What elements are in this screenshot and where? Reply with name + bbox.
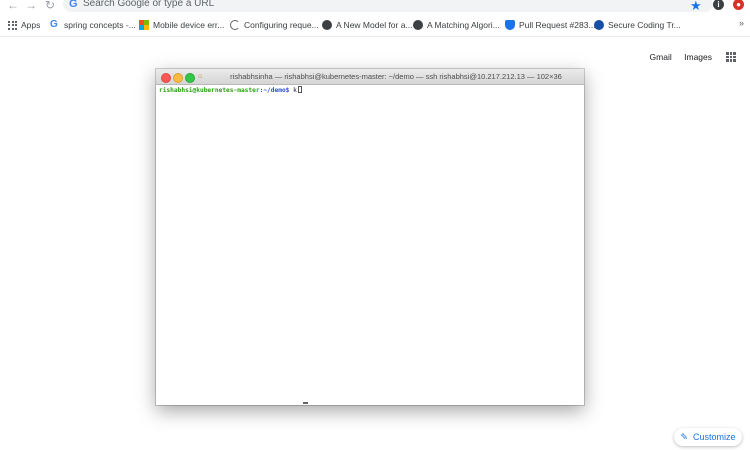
images-link[interactable]: Images (684, 52, 712, 62)
back-arrow-icon[interactable]: ← (6, 0, 20, 13)
bookmarks-bar: Apps G spring concepts -... Mobile devic… (0, 14, 750, 37)
bookmark-apps[interactable]: Apps (8, 18, 40, 32)
bookmark-star-icon[interactable]: ★ (690, 0, 702, 14)
reload-icon[interactable]: ↻ (43, 0, 57, 13)
google-apps-icon[interactable] (726, 52, 736, 62)
bookmark-circle-icon (594, 20, 604, 30)
bookmark-matching-algorithm[interactable]: A Matching Algori... (413, 18, 500, 32)
gmail-link[interactable]: Gmail (650, 52, 672, 62)
loading-icon (230, 20, 240, 30)
google-g-icon: G (50, 19, 58, 30)
resize-handle[interactable] (303, 402, 308, 404)
terminal-output[interactable]: rishabhsi@kubernetes-master:~/demo$ k (159, 86, 581, 402)
extension-red-icon[interactable]: ● (733, 0, 744, 10)
bookmark-mobile-device[interactable]: Mobile device err... (139, 18, 224, 32)
bookmark-label: Secure Coding Tr... (608, 20, 681, 30)
bookmark-label: Pull Request #283... (519, 20, 596, 30)
close-button-icon[interactable] (161, 72, 171, 83)
prompt-user: rishabhsi@kubernetes-master (159, 87, 260, 94)
terminal-titlebar[interactable]: ⌂ rishabhsinha — rishabhsi@kubernetes-ma… (156, 69, 584, 85)
text-cursor (297, 86, 302, 93)
omnibox-input[interactable] (83, 0, 643, 9)
bookmark-label: Mobile device err... (153, 20, 225, 30)
home-folder-icon: ⌂ (198, 73, 203, 80)
extension-info-icon[interactable]: i (713, 0, 724, 10)
browser-toolbar: ← → ↻ G ★ i ● (0, 0, 750, 14)
bookmark-pull-request[interactable]: Pull Request #283... (505, 18, 596, 32)
bookmark-secure-coding[interactable]: Secure Coding Tr... (594, 18, 681, 32)
terminal-title: rishabhsinha — rishabhsi@kubernetes-mast… (230, 72, 562, 81)
globe-icon (322, 20, 332, 30)
google-header-links: Gmail Images (640, 52, 712, 62)
shield-icon (505, 20, 515, 30)
bookmark-configuring-request[interactable]: Configuring reque... (230, 18, 319, 32)
pencil-icon: ✎ (680, 431, 689, 442)
zoom-button-icon[interactable] (185, 72, 195, 83)
more-bookmarks-icon[interactable]: » (739, 18, 744, 28)
bookmark-spring-concepts[interactable]: G spring concepts -... (50, 18, 136, 32)
microsoft-logo-icon (139, 20, 149, 30)
apps-grid-icon (8, 20, 17, 30)
forward-arrow-icon[interactable]: → (24, 0, 38, 13)
bookmark-new-model[interactable]: A New Model for a... (322, 18, 413, 32)
customize-button[interactable]: ✎ Customize (674, 428, 742, 446)
terminal-window[interactable]: ⌂ rishabhsinha — rishabhsi@kubernetes-ma… (156, 69, 584, 405)
command-text: k (289, 87, 297, 94)
prompt-path: :~/demo$ (259, 87, 290, 94)
bookmark-label: Apps (21, 20, 41, 30)
bookmark-label: A New Model for a... (336, 20, 413, 30)
bookmark-label: A Matching Algori... (427, 20, 500, 30)
minimize-button-icon[interactable] (173, 72, 183, 83)
bookmark-label: Configuring reque... (244, 20, 319, 30)
bookmark-label: spring concepts -... (64, 20, 136, 30)
customize-label: Customize (693, 432, 736, 442)
omnibox[interactable]: G (63, 0, 713, 12)
globe-icon (413, 20, 423, 30)
google-g-icon: G (69, 0, 78, 10)
